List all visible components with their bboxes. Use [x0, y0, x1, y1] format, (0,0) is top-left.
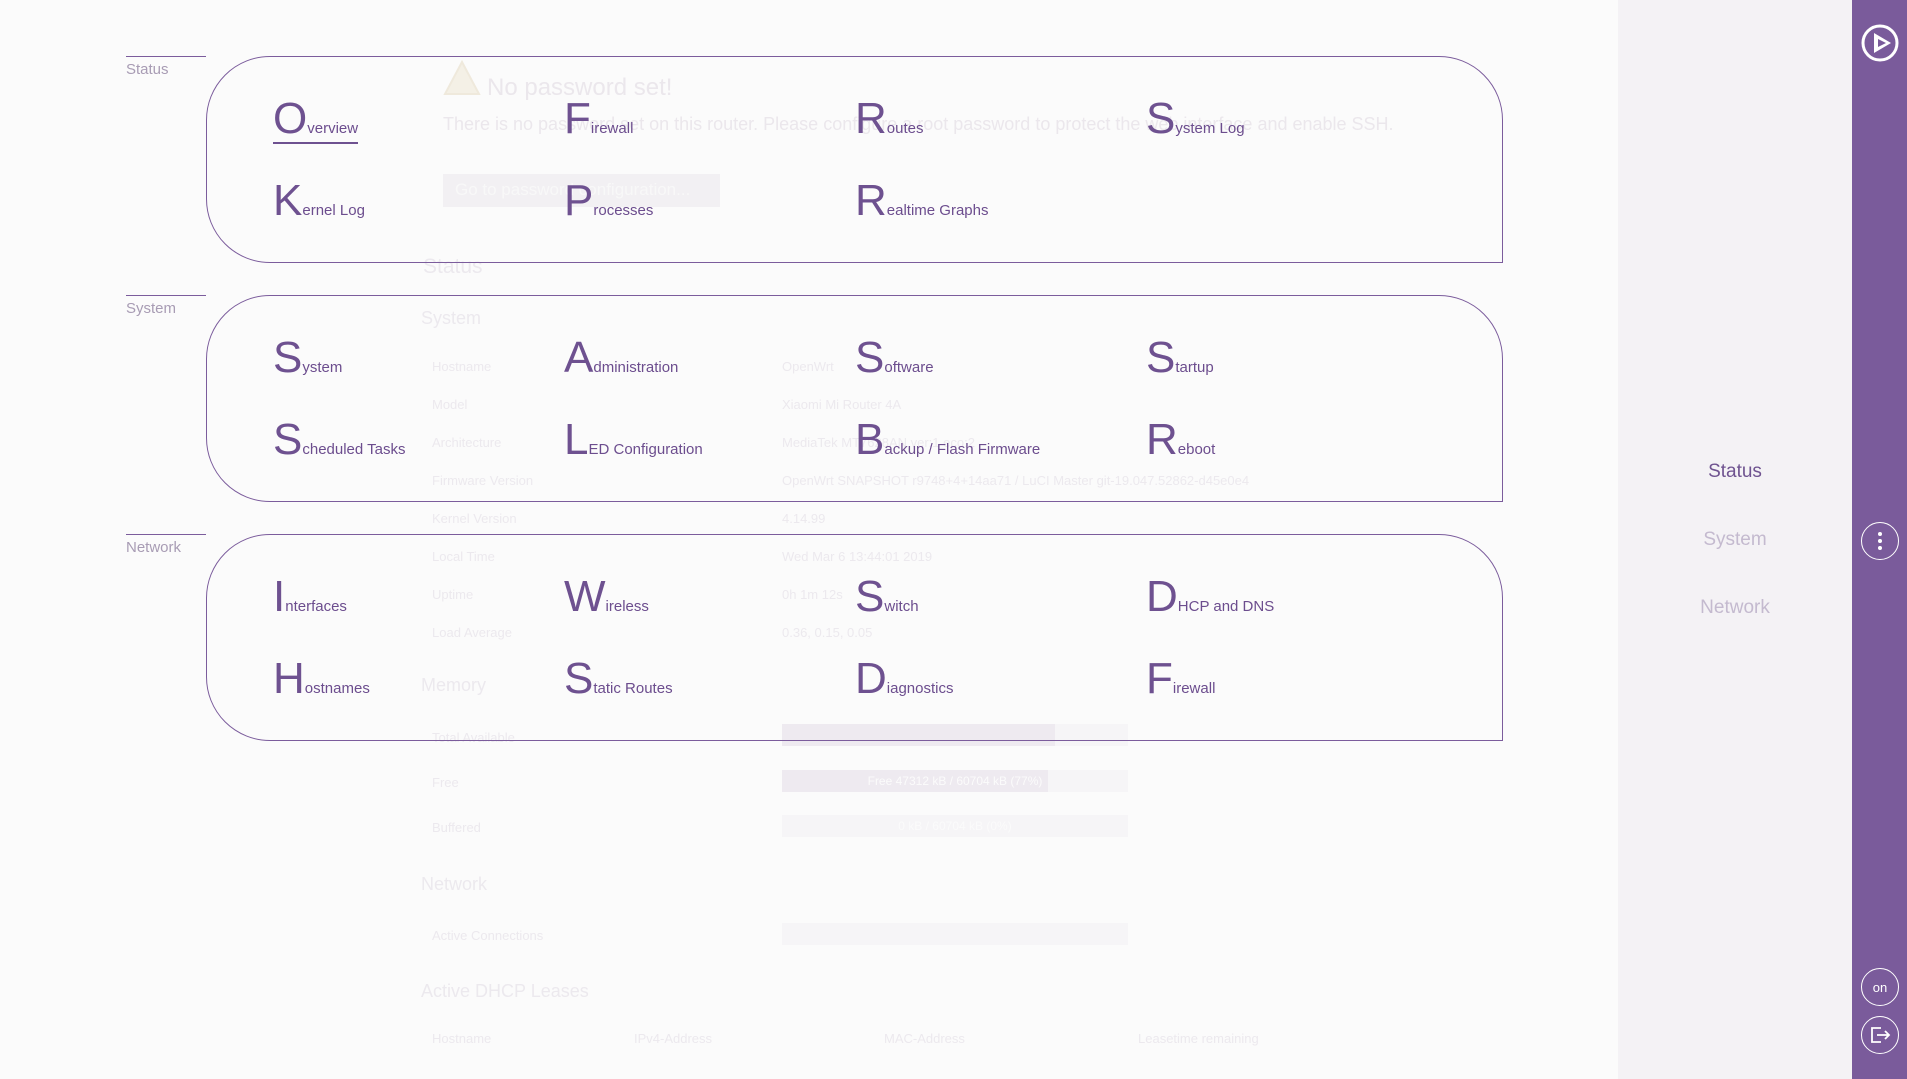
network-menu-panel: Interfaces Wireless Switch DHCP and DNS … [206, 534, 1503, 741]
system-menu-panel: System Administration Software Startup S… [206, 295, 1503, 502]
memory-row-key: Buffered [432, 820, 481, 835]
menu-item-scheduled-tasks[interactable]: Scheduled Tasks [273, 418, 405, 462]
menu-item-startup[interactable]: Startup [1146, 336, 1214, 380]
menu-item-hostnames[interactable]: Hostnames [273, 657, 370, 701]
more-menu-button[interactable] [1861, 522, 1899, 560]
menu-item-wireless[interactable]: Wireless [564, 575, 649, 619]
dhcp-heading: Active DHCP Leases [421, 981, 589, 1001]
menu-item-administration[interactable]: Administration [564, 336, 678, 380]
menu-item-reboot[interactable]: Reboot [1146, 418, 1215, 462]
dhcp-header: Hostname [432, 1031, 492, 1046]
section-label-system: System [126, 300, 177, 317]
section-divider [126, 534, 206, 535]
context-item-system[interactable]: System [1618, 529, 1852, 551]
menu-item-firewall[interactable]: Firewall [564, 97, 633, 141]
network-row-key: Active Connections [432, 928, 544, 943]
dhcp-header: IPv4-Address [634, 1031, 713, 1046]
context-item-network[interactable]: Network [1618, 597, 1852, 619]
memory-row-key: Free [432, 775, 459, 790]
menu-item-system[interactable]: System [273, 336, 342, 380]
dhcp-header: MAC-Address [884, 1031, 965, 1046]
context-item-status[interactable]: Status [1618, 461, 1852, 483]
section-label-network: Network [126, 539, 182, 556]
section-divider [126, 295, 206, 296]
memory-bar: Free 47312 kB / 60704 kB (77%) [782, 770, 1128, 792]
menu-item-software[interactable]: Software [855, 336, 934, 380]
openwrt-logo-icon[interactable] [1861, 24, 1899, 62]
menu-item-overview[interactable]: Overview [273, 97, 359, 144]
menu-item-routes[interactable]: Routes [855, 97, 923, 141]
menu-item-static-routes[interactable]: Static Routes [564, 657, 673, 701]
logout-icon [1871, 1027, 1891, 1043]
menu-item-diagnostics[interactable]: Diagnostics [855, 657, 953, 701]
menu-item-kernel-log[interactable]: Kernel Log [273, 179, 365, 223]
system-row-key: Kernel Version [432, 511, 517, 526]
network-heading: Network [421, 874, 488, 894]
context-menu-panel: Status System Network [1618, 0, 1852, 1079]
section-label-status: Status [126, 61, 169, 78]
menu-item-dhcp-and-dns[interactable]: DHCP and DNS [1146, 575, 1274, 619]
system-row-value: 4.14.99 [782, 511, 826, 526]
logout-button[interactable] [1861, 1016, 1899, 1054]
toggle-button[interactable]: on [1861, 968, 1899, 1006]
section-divider [126, 56, 206, 57]
vertical-dots-icon [1878, 532, 1882, 550]
menu-item-interfaces[interactable]: Interfaces [273, 575, 347, 619]
memory-bar: 0 kB / 60704 kB (0%) [782, 815, 1128, 837]
menu-item-processes[interactable]: Processes [564, 179, 653, 223]
status-menu-panel: Overview Firewall Routes System Log Kern… [206, 56, 1503, 263]
menu-item-led-configuration[interactable]: LED Configuration [564, 418, 703, 462]
connections-bar [782, 923, 1128, 945]
menu-item-system-log[interactable]: System Log [1146, 97, 1245, 141]
menu-item-realtime-graphs[interactable]: Realtime Graphs [855, 179, 989, 223]
menu-item-switch[interactable]: Switch [855, 575, 919, 619]
dhcp-header: Leasetime remaining [1138, 1031, 1259, 1046]
menu-item-backup-flash-firmware[interactable]: Backup / Flash Firmware [855, 418, 1040, 462]
menu-item-network-firewall[interactable]: Firewall [1146, 657, 1215, 701]
